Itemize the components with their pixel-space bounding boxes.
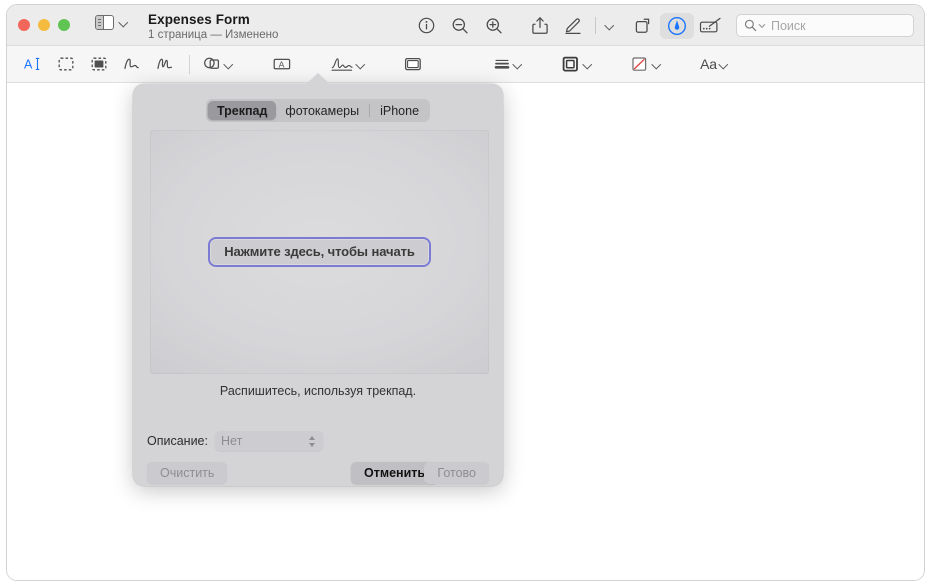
sidebar-icon[interactable] — [95, 15, 114, 30]
page-title: Expenses Form — [148, 12, 278, 27]
chevron-down-icon[interactable] — [224, 60, 233, 69]
chevron-down-icon[interactable] — [356, 60, 365, 69]
window-controls — [18, 19, 70, 31]
rotate-icon[interactable] — [626, 13, 660, 39]
description-select[interactable]: Нет — [215, 431, 323, 451]
zoom-out-icon[interactable] — [443, 13, 477, 39]
instruction-text: Распишитесь, используя трекпад. — [133, 384, 503, 398]
pen-icon[interactable] — [557, 13, 591, 39]
start-capture-button[interactable]: Нажмите здесь, чтобы начать — [208, 237, 431, 267]
lines-icon[interactable] — [490, 51, 524, 77]
dashed-rect-icon[interactable] — [53, 51, 79, 77]
screenshot-root: Expenses Form 1 страница — Изменено — [0, 0, 931, 585]
signature-icon[interactable] — [330, 51, 365, 77]
title-bar: Expenses Form 1 страница — Изменено — [7, 5, 924, 46]
share-icon[interactable] — [523, 13, 557, 39]
sketch-squiggle-icon[interactable] — [119, 51, 145, 77]
tab-camera[interactable]: фотокамеры — [276, 101, 368, 120]
chevron-down-icon[interactable] — [119, 18, 128, 27]
text-style-label: Aa — [700, 56, 717, 72]
svg-text:A: A — [24, 58, 33, 72]
zoom-button[interactable] — [58, 19, 70, 31]
markup-toolbar: A A — [7, 46, 924, 83]
tab-iphone[interactable]: iPhone — [371, 101, 428, 120]
chevron-down-icon — [758, 22, 766, 30]
preview-window: Expenses Form 1 страница — Изменено — [6, 4, 925, 581]
signature-tablet-icon[interactable] — [694, 13, 728, 39]
sidebar-toggle-group[interactable] — [95, 15, 128, 30]
text-select-icon[interactable]: A — [20, 51, 46, 77]
info-icon[interactable] — [409, 13, 443, 39]
note-icon[interactable] — [400, 51, 426, 77]
zoom-in-icon[interactable] — [477, 13, 511, 39]
document-page-area: Трекпад фотокамеры iPhone Нажмите здесь,… — [7, 84, 924, 580]
chevron-down-icon[interactable] — [583, 60, 592, 69]
search-placeholder: Поиск — [771, 19, 806, 33]
tab-trackpad[interactable]: Трекпад — [208, 101, 276, 120]
signature-source-tabs: Трекпад фотокамеры iPhone — [206, 99, 430, 122]
tab-divider — [369, 104, 370, 117]
text-box-icon[interactable]: A — [269, 51, 295, 77]
chevron-down-icon[interactable] — [513, 60, 522, 69]
text-style-tool[interactable]: Aa — [697, 51, 731, 77]
chevron-down-icon[interactable] — [600, 13, 618, 39]
description-label: Описание: — [147, 434, 208, 448]
popover-arrow — [306, 73, 330, 84]
up-down-chevron-icon[interactable] — [308, 435, 317, 448]
done-button[interactable]: Готово — [424, 462, 489, 484]
signature-capture-popover: Трекпад фотокамеры iPhone Нажмите здесь,… — [133, 84, 503, 486]
description-value: Нет — [221, 434, 308, 448]
no-fill-icon[interactable] — [628, 51, 662, 77]
document-title-group: Expenses Form 1 страница — Изменено — [148, 12, 278, 41]
draw-squiggle-icon[interactable] — [152, 51, 178, 77]
signature-canvas[interactable]: Нажмите здесь, чтобы начать — [150, 130, 489, 374]
minimize-button[interactable] — [38, 19, 50, 31]
close-button[interactable] — [18, 19, 30, 31]
search-input[interactable]: Поиск — [736, 14, 914, 37]
chevron-down-icon[interactable] — [652, 60, 661, 69]
document-subtitle: 1 страница — Изменено — [148, 29, 278, 41]
filled-dashed-rect-icon[interactable] — [86, 51, 112, 77]
border-square-icon[interactable] — [559, 51, 593, 77]
popover-button-row: Очистить Отменить Готово — [147, 462, 489, 484]
markup-divider — [189, 55, 190, 74]
clear-button[interactable]: Очистить — [147, 462, 227, 484]
chevron-down-icon[interactable] — [719, 60, 728, 69]
toolbar-divider — [595, 17, 596, 34]
description-row: Описание: Нет — [147, 431, 323, 451]
svg-text:A: A — [279, 59, 285, 69]
annotate-icon[interactable] — [660, 13, 694, 39]
shapes-icon[interactable] — [200, 51, 234, 77]
toolbar-right: Поиск — [409, 5, 914, 46]
search-icon — [744, 19, 757, 32]
